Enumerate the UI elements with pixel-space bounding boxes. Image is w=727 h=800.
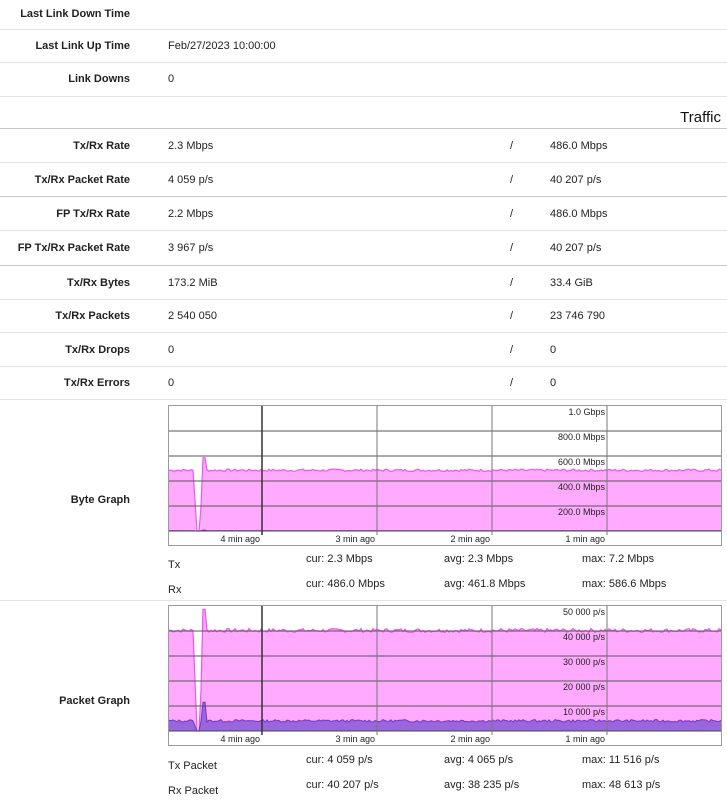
traffic-row-tx: 2.2 Mbps [168, 208, 214, 220]
packet-graph-row: Packet Graph 50 000 p/s 40 000 p/s 30 000 … [0, 601, 727, 800]
y-tick-label: 800.0 Mbps [558, 432, 606, 442]
traffic-row-tx: 2 540 050 [168, 310, 217, 322]
packet-graph-tx-cur: cur: 4 059 p/s [306, 754, 373, 766]
traffic-row: Tx/Rx Packets 2 540 050 / 23 746 790 [0, 300, 727, 333]
traffic-row-rx: 23 746 790 [550, 310, 606, 322]
traffic-row-rx: 0 [550, 377, 557, 389]
traffic-row-tx: 0 [168, 377, 175, 389]
y-tick-label: 20 000 p/s [563, 682, 606, 692]
packet-graph-tx-avg: avg: 4 065 p/s [444, 754, 514, 766]
traffic-row-rx: 486.0 Mbps [550, 208, 608, 220]
last-link-up-row: Last Link Up Time Feb/27/2023 10:00:00 [0, 30, 727, 63]
packet-graph-tx-name: Tx Packet [168, 760, 217, 772]
byte-graph-chart: 1.0 Gbps 800.0 Mbps 600.0 Mbps 400.0 Mbps 20… [168, 405, 722, 546]
y-tick-label: 30 000 p/s [563, 657, 606, 667]
link-downs-label: Link Downs [68, 73, 130, 85]
traffic-row-rx: 33.4 GiB [550, 277, 593, 289]
x-tick-label: 2 min ago [450, 734, 490, 744]
traffic-row-slash: / [510, 344, 514, 356]
traffic-section-title: Traffic [680, 109, 721, 126]
traffic-row: Tx/Rx Rate 2.3 Mbps / 486.0 Mbps [0, 129, 727, 163]
traffic-row-label: Tx/Rx Bytes [67, 277, 130, 289]
traffic-row-slash: / [510, 140, 514, 152]
rx-series-area [169, 457, 721, 531]
x-tick-label: 4 min ago [220, 734, 260, 744]
last-link-down-row: Last Link Down Time [0, 0, 727, 30]
packet-graph-label: Packet Graph [59, 695, 130, 707]
traffic-row: Tx/Rx Errors 0 / 0 [0, 367, 727, 400]
byte-graph-rx-max: max: 586.6 Mbps [582, 578, 667, 590]
traffic-row: Tx/Rx Packet Rate 4 059 p/s / 40 207 p/s [0, 163, 727, 196]
y-tick-label: 1.0 Gbps [568, 407, 605, 417]
last-link-up-value: Feb/27/2023 10:00:00 [168, 40, 276, 52]
x-tick-label: 1 min ago [565, 734, 605, 744]
packet-graph-rx-cur: cur: 40 207 p/s [306, 779, 379, 791]
byte-graph-tx-max: max: 7.2 Mbps [582, 553, 655, 565]
x-tick-label: 1 min ago [565, 534, 605, 544]
traffic-row-rx: 40 207 p/s [550, 174, 602, 186]
traffic-row: FP Tx/Rx Rate 2.2 Mbps / 486.0 Mbps [0, 197, 727, 231]
packet-graph-rx-avg: avg: 38 235 p/s [444, 779, 520, 791]
x-tick-label: 2 min ago [450, 534, 490, 544]
traffic-row-label: FP Tx/Rx Rate [56, 208, 130, 220]
traffic-row: FP Tx/Rx Packet Rate 3 967 p/s / 40 207 … [0, 231, 727, 264]
traffic-row-tx: 3 967 p/s [168, 242, 214, 254]
link-downs-value: 0 [168, 73, 175, 85]
x-tick-label: 3 min ago [335, 534, 375, 544]
y-tick-label: 10 000 p/s [563, 707, 606, 717]
link-downs-row: Link Downs 0 [0, 63, 727, 97]
traffic-row: Tx/Rx Drops 0 / 0 [0, 333, 727, 367]
y-tick-label: 50 000 p/s [563, 607, 606, 617]
traffic-row-tx: 0 [168, 344, 175, 356]
traffic-row-slash: / [510, 242, 514, 254]
traffic-row: Tx/Rx Bytes 173.2 MiB / 33.4 GiB [0, 266, 727, 300]
traffic-row-label: Tx/Rx Packet Rate [34, 174, 130, 186]
packet-graph-rx-name: Rx Packet [168, 785, 219, 797]
traffic-header: Traffic [0, 97, 727, 128]
traffic-row-rx: 0 [550, 344, 557, 356]
traffic-row-label: Tx/Rx Packets [55, 310, 130, 322]
byte-graph-tx-cur: cur: 2.3 Mbps [306, 553, 373, 565]
x-tick-label: 3 min ago [335, 734, 375, 744]
packet-graph-svg: 50 000 p/s 40 000 p/s 30 000 p/s 20 000 p/s… [169, 606, 721, 744]
traffic-row-slash: / [510, 377, 514, 389]
y-tick-label: 200.0 Mbps [558, 507, 606, 517]
byte-graph-rx-cur: cur: 486.0 Mbps [306, 578, 385, 590]
y-tick-label: 40 000 p/s [563, 632, 606, 642]
byte-graph-tx-name: Tx [168, 559, 181, 571]
y-tick-label: 400.0 Mbps [558, 482, 606, 492]
packet-graph-tx-max: max: 11 516 p/s [582, 754, 660, 766]
traffic-row-label: Tx/Rx Drops [65, 344, 130, 356]
packet-graph-chart: 50 000 p/s 40 000 p/s 30 000 p/s 20 000 p/s… [168, 605, 722, 746]
traffic-row-slash: / [510, 277, 514, 289]
traffic-row-label: Tx/Rx Rate [73, 140, 130, 152]
traffic-row-slash: / [510, 310, 514, 322]
traffic-row-label: Tx/Rx Errors [63, 377, 130, 389]
byte-graph-rx-name: Rx [168, 584, 182, 596]
traffic-row-rx: 486.0 Mbps [550, 140, 608, 152]
byte-graph-tx-avg: avg: 2.3 Mbps [444, 553, 514, 565]
traffic-row-rx: 40 207 p/s [550, 242, 602, 254]
traffic-row-tx: 4 059 p/s [168, 174, 214, 186]
byte-graph-row: Byte Graph 1.0 Gbps 800.0 Mbps 600.0 Mbps 4… [0, 400, 727, 601]
last-link-up-label: Last Link Up Time [35, 40, 130, 52]
traffic-row-tx: 2.3 Mbps [168, 140, 214, 152]
traffic-row-slash: / [510, 174, 514, 186]
packet-graph-rx-max: max: 48 613 p/s [582, 779, 661, 791]
y-tick-label: 600.0 Mbps [558, 457, 606, 467]
traffic-row-slash: / [510, 208, 514, 220]
byte-graph-svg: 1.0 Gbps 800.0 Mbps 600.0 Mbps 400.0 Mbps 20… [169, 406, 721, 544]
byte-graph-rx-avg: avg: 461.8 Mbps [444, 578, 526, 590]
traffic-row-label: FP Tx/Rx Packet Rate [17, 242, 130, 254]
rx-series-area [169, 609, 721, 731]
traffic-row-tx: 173.2 MiB [168, 277, 218, 289]
last-link-down-label: Last Link Down Time [20, 8, 130, 20]
x-tick-label: 4 min ago [220, 534, 260, 544]
byte-graph-label: Byte Graph [70, 494, 130, 506]
